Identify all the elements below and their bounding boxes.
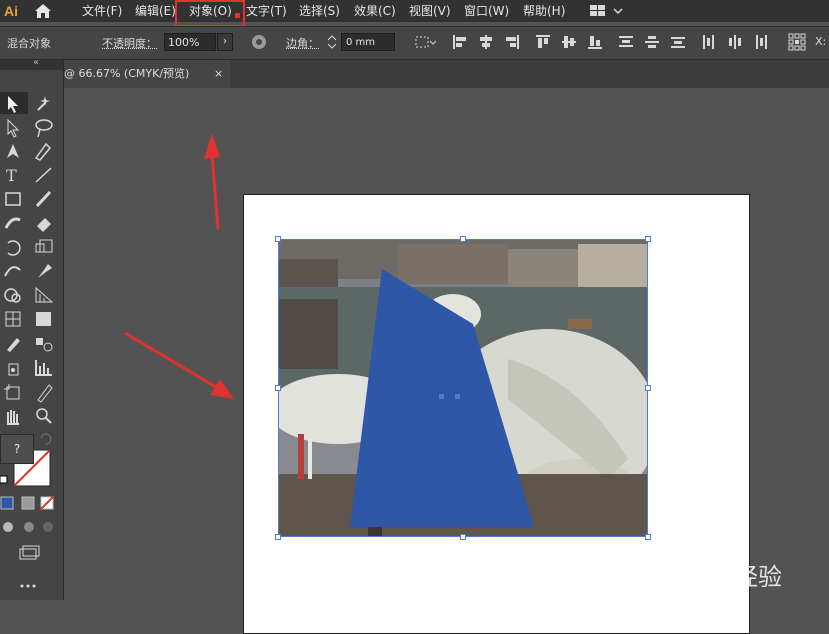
watermark-brand: Bai [636, 554, 677, 584]
width-tool-icon [4, 266, 21, 277]
selection-mode-label: 混合对象 [7, 37, 51, 50]
menu-help[interactable]: 帮助(H) [523, 0, 565, 22]
document-tab[interactable]: @ 66.67% (CMYK/预览) × [64, 60, 230, 88]
pen-tool-icon [7, 144, 19, 158]
corner-radius-input[interactable]: 0 mm [341, 33, 395, 51]
transform-reference-point-icon[interactable] [788, 33, 806, 51]
eraser-tool-icon [37, 218, 51, 232]
annotation-arrow-up [204, 133, 220, 230]
align-right-icon[interactable] [504, 34, 520, 50]
resize-handle-right[interactable] [645, 385, 651, 391]
perspective-grid-tool-icon [35, 286, 54, 303]
lasso-tool-icon [35, 119, 53, 138]
resize-handle-top[interactable] [460, 236, 466, 242]
corner-label[interactable]: 边角： [286, 35, 319, 51]
screen-mode-icon [19, 545, 40, 560]
resize-handle-bottom-left[interactable] [275, 534, 281, 540]
puppet-warp-tool-icon [38, 264, 52, 278]
scale-tool-icon [35, 239, 53, 253]
type-tool-icon: T [6, 166, 17, 185]
distribute-horizontal-center-icon[interactable] [727, 34, 743, 50]
opacity-label[interactable]: 不透明度： [102, 35, 157, 51]
close-tab-icon[interactable]: × [214, 60, 223, 88]
resize-handle-bottom[interactable] [460, 534, 466, 540]
menu-edit[interactable]: 编辑(E) [135, 0, 176, 22]
align-to-icon[interactable] [414, 34, 438, 50]
watermark-url: jingyan.baidu.com [636, 592, 749, 608]
resize-handle-bottom-right[interactable] [645, 534, 651, 540]
hand-tool-icon [7, 410, 19, 425]
draw-normal-icon [3, 522, 13, 532]
control-bar: 混合对象 不透明度： 100% › 边角： 0 mm X: [0, 26, 829, 60]
direct-selection-tool-icon [7, 118, 20, 138]
menu-type[interactable]: 文字(T) [246, 0, 287, 22]
more-tools-icon [20, 584, 36, 588]
menu-bar: Ai 文件(F) 编辑(E) 对象(O) 文字(T) 选择(S) 效果(C) 视… [0, 0, 829, 22]
align-top-icon[interactable] [535, 34, 551, 50]
watermark-brand-cn: 经验 [734, 563, 782, 591]
rotate-tool-icon [7, 240, 21, 256]
draw-behind-icon [24, 522, 34, 532]
tool-icons: T [0, 92, 54, 588]
corner-stepper-icon[interactable] [326, 34, 338, 50]
artboard-tool-icon [4, 384, 20, 400]
annotation-arrow-right [124, 331, 234, 399]
align-left-icon[interactable] [452, 34, 468, 50]
column-graph-tool-icon [35, 360, 52, 376]
gradient-tool-icon [36, 312, 51, 326]
line-tool-icon [35, 167, 52, 183]
mesh-tool-icon [5, 311, 21, 327]
distribute-right-icon[interactable] [753, 34, 769, 50]
align-horizontal-center-icon[interactable] [478, 34, 494, 50]
curvature-tool-icon [34, 142, 52, 161]
workspace-switcher-icon[interactable] [589, 3, 625, 19]
menu-window[interactable]: 窗口(W) [464, 0, 509, 22]
opacity-input[interactable]: 100% [164, 33, 216, 51]
resize-handle-left[interactable] [275, 385, 281, 391]
zoom-tool-icon [36, 408, 52, 424]
menu-select[interactable]: 选择(S) [299, 0, 340, 22]
help-tooltip: ? [0, 434, 34, 464]
slice-tool-icon [37, 384, 53, 403]
align-bottom-icon[interactable] [587, 34, 603, 50]
rectangle-tool-icon [5, 192, 21, 206]
draw-inside-icon [43, 522, 53, 532]
align-vertical-center-icon[interactable] [561, 34, 577, 50]
gradient-mode-icon [21, 496, 35, 510]
distribute-top-icon[interactable] [618, 34, 634, 50]
menu-file[interactable]: 文件(F) [82, 0, 122, 22]
resize-handle-top-right[interactable] [645, 236, 651, 242]
shaper-tool-icon [4, 217, 21, 229]
app-logo: Ai [4, 3, 18, 19]
menu-effect[interactable]: 效果(C) [354, 0, 396, 22]
color-mode-icon [0, 496, 14, 510]
highlight-marker [235, 13, 240, 18]
none-mode-icon [40, 496, 54, 510]
document-tab-title: @ 66.67% (CMYK/预览) [64, 67, 190, 80]
paintbrush-tool-icon [35, 190, 52, 208]
blend-tool-icon [36, 338, 53, 352]
resize-handle-top-left[interactable] [275, 236, 281, 242]
x-position-label: X: [815, 35, 827, 48]
document-tab-bar: @ 66.67% (CMYK/预览) × [64, 60, 829, 88]
home-icon[interactable] [32, 2, 54, 20]
eyedropper-tool-icon [7, 338, 20, 352]
distribute-left-icon[interactable] [701, 34, 717, 50]
opacity-dropdown-button[interactable]: › [217, 33, 233, 51]
shape-builder-tool-icon [4, 288, 21, 303]
distribute-vertical-center-icon[interactable] [644, 34, 660, 50]
selection-bounding-box [278, 239, 648, 537]
recolor-artwork-icon[interactable] [251, 34, 267, 50]
menu-view[interactable]: 视图(V) [409, 0, 451, 22]
paw-logo-icon [700, 542, 728, 575]
magic-wand-tool-icon [37, 96, 50, 111]
tools-panel: « T ? [0, 57, 64, 600]
distribute-bottom-icon[interactable] [670, 34, 686, 50]
swap-fill-stroke-icon [40, 433, 52, 445]
symbol-sprayer-tool-icon [8, 363, 19, 376]
